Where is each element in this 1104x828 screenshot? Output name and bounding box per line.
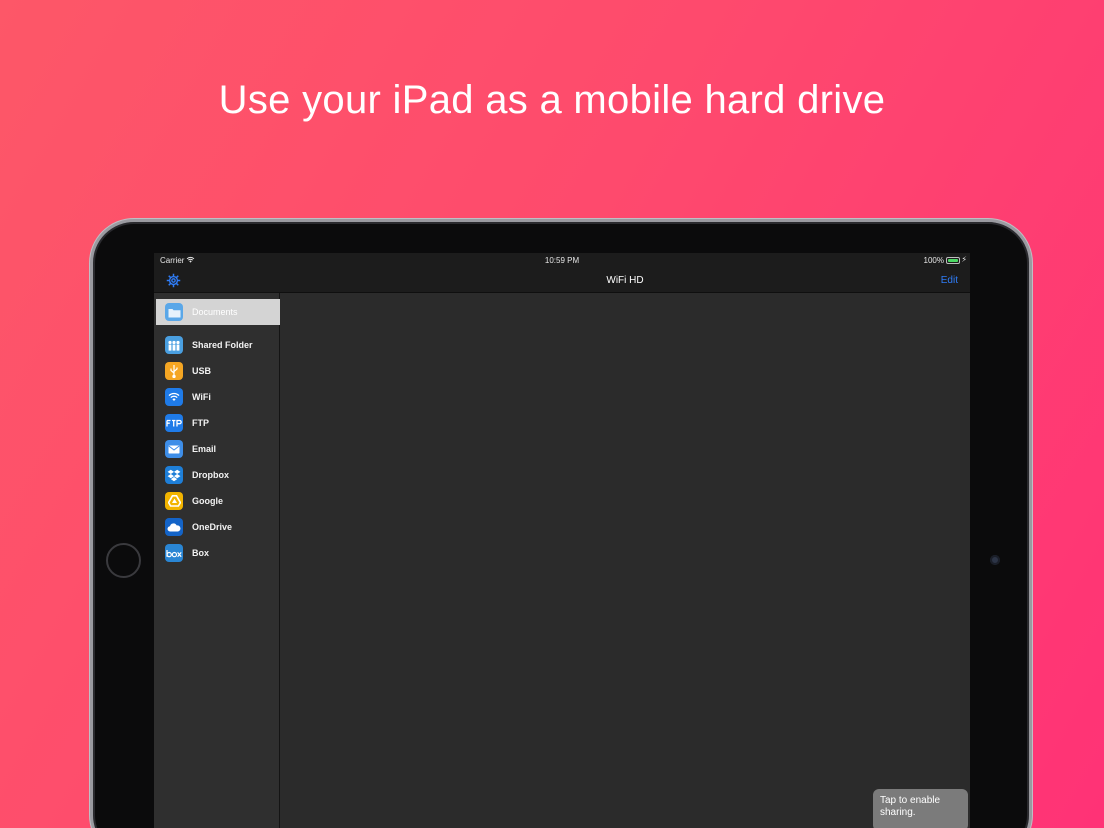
sidebar-item-label: WiFi <box>192 392 211 402</box>
page-title: WiFi HD <box>606 275 644 286</box>
sidebar-header <box>154 268 280 293</box>
sidebar-item-label: Documents <box>192 307 238 317</box>
dropbox-icon <box>165 466 183 484</box>
ftp-icon <box>165 414 183 432</box>
box-logo <box>166 549 182 557</box>
charging-icon: ⚡ <box>961 255 967 264</box>
sidebar-item-box[interactable]: Box <box>156 540 280 566</box>
enable-sharing-toast[interactable]: Tap to enable sharing. <box>873 789 968 828</box>
usb-icon <box>165 362 183 380</box>
battery-icon <box>946 257 960 264</box>
box-icon <box>165 544 183 562</box>
sidebar-item-ftp[interactable]: FTP <box>156 410 280 436</box>
sidebar-item-shared-folder[interactable]: Shared Folder <box>156 332 280 358</box>
sidebar-item-label: Box <box>192 548 210 558</box>
battery-fill <box>948 259 958 262</box>
sidebar: Documents Shared Folder USB WiFi FTP Ema… <box>154 268 280 828</box>
sidebar-item-label: USB <box>192 366 212 376</box>
envelope-icon <box>165 440 183 458</box>
sidebar-item-label: FTP <box>192 418 209 428</box>
sidebar-item-dropbox[interactable]: Dropbox <box>156 462 280 488</box>
headline: Use your iPad as a mobile hard drive <box>218 78 886 122</box>
gear-icon[interactable] <box>166 273 181 288</box>
people-icon <box>165 336 183 354</box>
sidebar-item-label: Dropbox <box>192 470 229 480</box>
battery-percent: 100% <box>923 256 944 265</box>
sidebar-item-usb[interactable]: USB <box>156 358 280 384</box>
google-drive-icon <box>165 492 183 510</box>
status-time: 10:59 PM <box>544 256 580 265</box>
file-list-area[interactable] <box>280 293 970 828</box>
sidebar-item-wifi[interactable]: WiFi <box>156 384 280 410</box>
home-button[interactable] <box>106 543 141 578</box>
sidebar-item-label: Shared Folder <box>192 340 253 350</box>
sidebar-item-label: Google <box>192 496 223 506</box>
status-bar: Carrier 10:59 PM 100% ⚡ <box>154 253 970 268</box>
edit-button[interactable]: Edit <box>941 275 958 286</box>
navigation-bar: WiFi HD Edit <box>280 268 970 293</box>
camera-icon <box>990 555 1000 565</box>
sidebar-item-documents[interactable]: Documents <box>156 299 280 325</box>
sidebar-item-email[interactable]: Email <box>156 436 280 462</box>
ftp-logo <box>166 419 182 426</box>
sidebar-item-onedrive[interactable]: OneDrive <box>156 514 280 540</box>
sidebar-item-label: OneDrive <box>192 522 233 532</box>
wifi-icon <box>165 388 183 406</box>
ipad-screen: Carrier 10:59 PM 100% ⚡ Documents Shared… <box>154 253 970 828</box>
cloud-icon <box>165 518 183 536</box>
sidebar-item-google[interactable]: Google <box>156 488 280 514</box>
folder-icon <box>165 303 183 321</box>
sidebar-item-label: Email <box>192 444 217 454</box>
